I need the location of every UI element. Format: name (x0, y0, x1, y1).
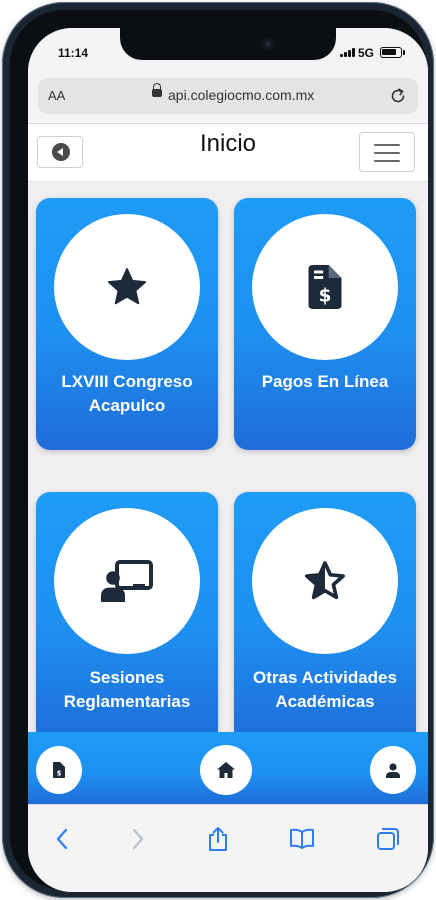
status-time: 11:14 (58, 46, 89, 60)
main-content: LXVIII Congreso Acapulco $ Pagos En Líne… (28, 182, 428, 744)
address-bar[interactable]: AA api.colegiocmo.com.mx (38, 78, 418, 114)
card-label: Sesiones Reglamentarias (42, 666, 212, 714)
forward-arrow-icon[interactable] (124, 825, 152, 853)
battery-tip (403, 50, 405, 55)
share-icon[interactable] (204, 825, 232, 853)
text-size-button[interactable]: AA (48, 88, 65, 103)
network-type: 5G (358, 46, 375, 60)
hamburger-line (374, 160, 400, 162)
card-label: Otras Actividades Académicas (240, 666, 410, 714)
invoice-dollar-icon: $ (308, 265, 342, 309)
card-label-line: Académicas (275, 692, 375, 711)
card-label-line: Sesiones (89, 668, 165, 687)
chalkboard-teacher-icon (101, 560, 153, 602)
card-circle (252, 508, 398, 654)
phone-bezel: 11:14 5G AA api.colegiocmo.com.mx Inicio… (10, 10, 428, 892)
documents-button[interactable]: $ (36, 746, 82, 794)
svg-text:$: $ (319, 286, 332, 307)
hamburger-line (374, 152, 400, 154)
half-star-icon (305, 561, 345, 600)
home-button[interactable] (200, 745, 252, 795)
home-icon (217, 762, 235, 778)
profile-button[interactable] (370, 746, 416, 794)
card-label-line: Acapulco (88, 396, 166, 415)
card-label: LXVIII Congreso Acapulco (42, 370, 212, 418)
card-sesiones[interactable]: Sesiones Reglamentarias (36, 492, 218, 744)
card-otras-actividades[interactable]: Otras Actividades Académicas (234, 492, 416, 744)
url-text[interactable]: api.colegiocmo.com.mx (168, 87, 314, 103)
document-icon: $ (53, 762, 65, 778)
svg-text:$: $ (57, 770, 62, 778)
signal-icon (340, 47, 355, 57)
menu-button[interactable] (359, 132, 415, 172)
card-congreso[interactable]: LXVIII Congreso Acapulco (36, 198, 218, 450)
phone-frame: 11:14 5G AA api.colegiocmo.com.mx Inicio… (2, 2, 434, 898)
bottom-nav: $ (28, 732, 428, 804)
card-label-line: Reglamentarias (63, 692, 191, 711)
reload-icon[interactable] (388, 86, 408, 106)
user-icon (386, 762, 400, 778)
card-label-line: LXVIII Congreso (61, 372, 193, 391)
browser-address-row: AA api.colegiocmo.com.mx (28, 74, 428, 124)
tabs-icon[interactable] (374, 825, 402, 853)
hamburger-line (374, 144, 400, 146)
front-camera (262, 38, 274, 50)
card-circle (54, 508, 200, 654)
battery-icon (380, 47, 402, 58)
card-pagos[interactable]: $ Pagos En Línea (234, 198, 416, 450)
phone-screen: 11:14 5G AA api.colegiocmo.com.mx Inicio… (28, 28, 428, 892)
card-circle: $ (252, 214, 398, 360)
app-header: Inicio (28, 124, 428, 182)
card-label: Pagos En Línea (240, 370, 410, 394)
card-label-line: Pagos En Línea (261, 372, 389, 391)
safari-toolbar (28, 804, 428, 892)
card-circle (54, 214, 200, 360)
lock-icon (152, 83, 162, 97)
notch (120, 28, 336, 60)
star-icon (107, 268, 147, 305)
back-arrow-icon[interactable] (48, 825, 76, 853)
bookmarks-icon[interactable] (288, 825, 316, 853)
card-label-line: Otras Actividades (253, 668, 397, 687)
